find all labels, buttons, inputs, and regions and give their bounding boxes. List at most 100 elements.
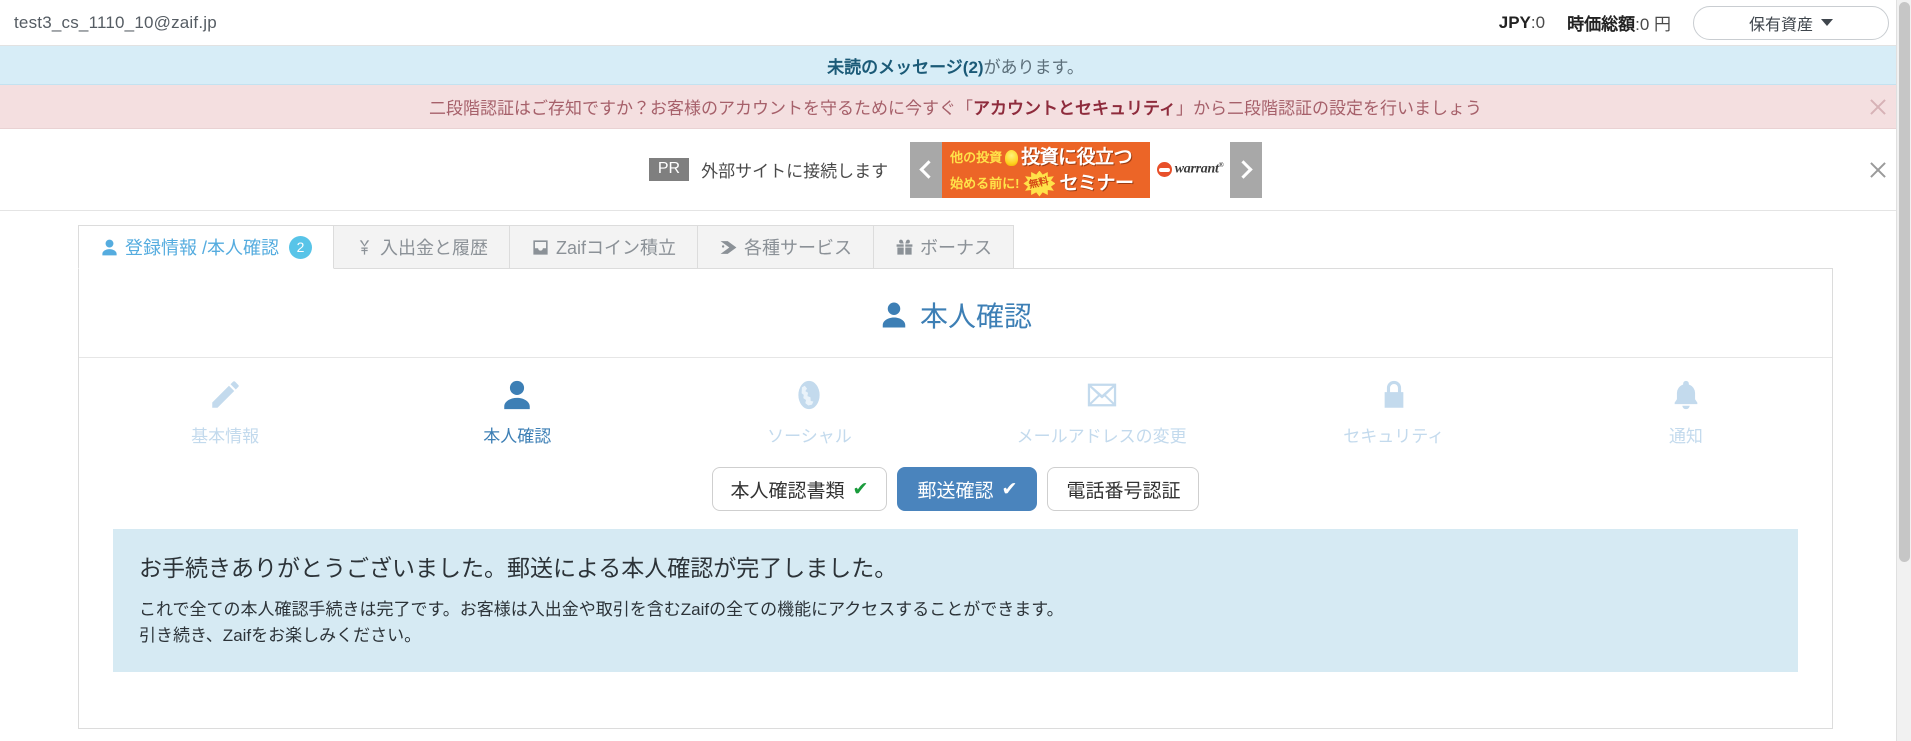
tab-registration-identity-badge: 2 [289,235,313,259]
warrant-brand-sup: ® [1218,161,1224,170]
step-basic-info-label: 基本情報 [191,427,260,446]
chevron-left-icon [919,160,938,179]
success-body: これで全ての本人確認手続きは完了です。お客様は入出金や取引を含むZaifの全ての… [139,597,1772,650]
free-burst-icon: 無料 [1022,170,1056,198]
unread-message-count-text: 未読のメッセージ(2) [827,57,984,77]
step-identity-verification-label: 本人確認 [483,427,552,446]
chevron-down-icon [1821,19,1833,26]
verification-subtabs: 本人確認書類 ✔ 郵送確認 ✔ 電話番号認証 [79,453,1832,529]
top-bar-right: JPY:0 時価総額:0 円 保有資産 [1499,5,1889,40]
identity-verification-panel: 本人確認 基本情報 本人確認 ソーシャル メールアドレスの変更 セキュリティ 通… [78,269,1833,729]
user-icon [500,376,534,414]
tab-bonus[interactable]: ボーナス [873,225,1015,268]
success-heading: お手続きありがとうございました。郵送による本人確認が完了しました。 [139,555,898,581]
ad-close-icon[interactable] [1867,159,1889,181]
promo-ad-row: PR 外部サイトに接続します 他の投資 投資に役立つ 始める前に! 無料 セミナ… [0,129,1911,211]
step-security[interactable]: セキュリティ [1248,376,1540,447]
two-factor-lead-text: 二段階認証はご存知ですか？お客様のアカウントを守るために今すぐ「 [429,99,973,118]
tab-zaif-coin-savings-label: Zaifコイン積立 [556,238,677,258]
chevron-right-icon [1234,160,1253,179]
warrant-mark-icon [1156,162,1172,177]
step-social[interactable]: ソーシャル [663,376,955,447]
yen-icon [355,238,374,257]
pr-notice: PR 外部サイトに接続します [648,157,889,182]
tab-bonus-label: ボーナス [920,238,993,258]
ad-burst-label: 無料 [1028,175,1051,191]
tab-services-label: 各種サービス [744,238,853,258]
ad-brand-logo: warrant® [1150,141,1231,198]
page-title-label: 本人確認 [919,301,1032,332]
ad-line1-big: 投資に役立つ [1021,146,1133,168]
market-total-key: 時価総額 [1567,15,1636,34]
unread-message-suffix: があります。 [983,57,1084,77]
jpy-balance: JPY:0 [1499,13,1545,33]
ad-line2-small: 始める前に! [950,175,1020,191]
tab-services[interactable]: 各種サービス [697,225,875,268]
subtab-postal-verification-label: 郵送確認 [917,480,994,502]
pencil-icon [208,376,242,414]
tab-zaif-coin-savings[interactable]: Zaifコイン積立 [509,225,699,268]
gift-icon [895,238,914,257]
page-title: 本人確認 [79,269,1832,358]
subtab-phone-verification-label: 電話番号認証 [1066,480,1181,502]
warrant-brand-label: warrant [1174,161,1219,177]
two-factor-banner: 二段階認証はご存知ですか？お客様のアカウントを守るために今すぐ「 アカウントとセキ… [0,85,1911,129]
ad-banner-text: 他の投資 投資に役立つ 始める前に! 無料 セミナー [942,141,1151,198]
step-basic-info[interactable]: 基本情報 [79,376,371,447]
success-body-line2: 引き続き、Zaifをお楽しみください。 [139,626,422,646]
step-identity-verification[interactable]: 本人確認 [371,376,663,447]
success-body-line1: これで全ての本人確認手続きは完了です。お客様は入出金や取引を含むZaifの全ての… [139,600,1064,619]
globe-icon [792,376,826,414]
jpy-balance-value: :0 [1530,12,1546,32]
tag-icon [719,238,738,257]
close-icon[interactable] [1867,96,1889,118]
user-icon [879,300,909,330]
ad-banner[interactable]: 他の投資 投資に役立つ 始める前に! 無料 セミナー warrant® [942,141,1231,198]
top-bar: test3_cs_1110_10@zaif.jp JPY:0 時価総額:0 円 … [0,0,1911,46]
step-email-change-label: メールアドレスの変更 [1016,427,1187,446]
scrollbar-thumb[interactable] [1899,2,1910,562]
jpy-balance-key: JPY [1498,12,1531,32]
tab-registration-identity-label: 登録情報 /本人確認 [125,238,280,258]
mail-icon [1085,376,1119,414]
bell-icon [1669,376,1703,414]
user-icon [100,238,119,257]
carousel-next-button[interactable] [1230,141,1263,198]
pr-label: 外部サイトに接続します [701,162,889,181]
held-assets-label: 保有資産 [1748,16,1813,34]
subtab-identity-documents[interactable]: 本人確認書類 ✔ [711,467,888,511]
tab-deposits-history[interactable]: 入出金と履歴 [333,225,511,268]
inbox-icon [531,238,550,257]
step-email-change[interactable]: メールアドレスの変更 [956,376,1248,447]
main-tabs: 登録情報 /本人確認 2 入出金と履歴 Zaifコイン積立 各種サービス ボーナ… [78,225,1833,269]
pr-badge: PR [648,158,690,181]
page-root: test3_cs_1110_10@zaif.jp JPY:0 時価総額:0 円 … [0,0,1911,741]
step-security-label: セキュリティ [1343,427,1445,446]
check-icon: ✔ [1001,478,1018,500]
market-total: 時価総額:0 円 [1567,10,1671,35]
carousel-prev-button[interactable] [910,141,943,198]
unread-message-banner[interactable]: 未読のメッセージ(2) があります。 [0,46,1911,85]
held-assets-button[interactable]: 保有資産 [1693,5,1889,40]
success-message-box: お手続きありがとうございました。郵送による本人確認が完了しました。 これで全ての… [113,529,1798,672]
subtab-postal-verification[interactable]: 郵送確認 ✔ [897,467,1038,511]
lock-icon [1377,376,1411,414]
two-factor-tail-text: 」から二段階認証の設定を行いましょう [1175,99,1482,118]
check-icon: ✔ [852,478,869,500]
step-notifications[interactable]: 通知 [1540,376,1832,447]
subtab-identity-documents-label: 本人確認書類 [730,480,845,502]
lightbulb-icon [1005,149,1019,166]
tab-registration-identity[interactable]: 登録情報 /本人確認 2 [78,225,335,269]
step-nav: 基本情報 本人確認 ソーシャル メールアドレスの変更 セキュリティ 通知 [79,358,1832,453]
step-social-label: ソーシャル [767,427,852,446]
market-total-value: :0 円 [1635,15,1671,34]
tab-deposits-history-label: 入出金と履歴 [380,238,489,258]
page-scrollbar[interactable] [1896,0,1911,741]
step-notifications-label: 通知 [1668,427,1703,446]
main-content: 登録情報 /本人確認 2 入出金と履歴 Zaifコイン積立 各種サービス ボーナ… [0,211,1911,729]
subtab-phone-verification[interactable]: 電話番号認証 [1047,467,1200,511]
ad-line1-small: 他の投資 [950,149,1003,165]
account-security-link[interactable]: アカウントとセキュリティ [973,94,1176,119]
account-email: test3_cs_1110_10@zaif.jp [14,12,217,32]
ad-line2-big: セミナー [1059,172,1134,194]
